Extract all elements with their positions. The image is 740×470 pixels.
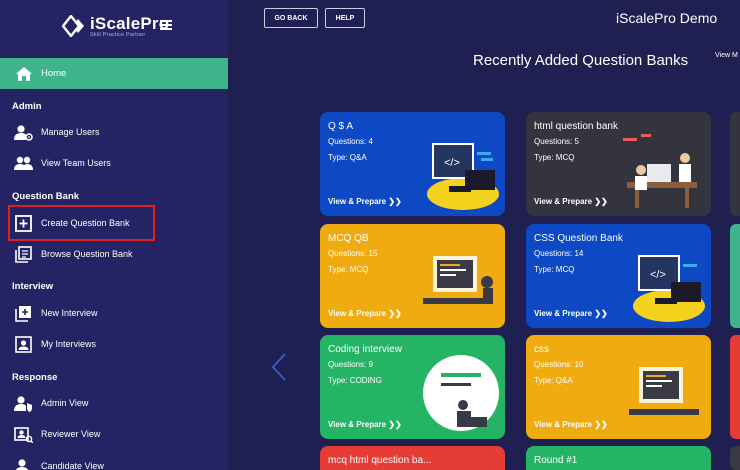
- sidebar-item-label: My Interviews: [41, 339, 97, 349]
- reviewer-icon: [14, 425, 33, 444]
- sidebar-item-new-interview[interactable]: New Interview: [14, 302, 98, 324]
- sidebar-item-my-interviews[interactable]: My Interviews: [14, 333, 96, 355]
- user-settings-icon: [14, 123, 33, 142]
- card-title: css: [534, 344, 549, 355]
- card-title: MCQ QB: [328, 233, 369, 244]
- sidebar-item-label: Browse Question Bank: [41, 249, 133, 259]
- sidebar-item-manage-users[interactable]: Manage Users: [14, 121, 100, 143]
- developer-desk-illustration: [623, 134, 697, 208]
- partial-card: [730, 335, 740, 439]
- card-title: html question bank: [534, 121, 618, 132]
- coding-illustration: </>: [427, 143, 499, 210]
- question-bank-card[interactable]: html question bank Questions: 5 Type: MC…: [526, 112, 711, 216]
- help-button[interactable]: HELP: [325, 8, 365, 28]
- card-question-count: Questions: 9: [328, 360, 373, 369]
- coding-illustration: [629, 367, 699, 415]
- card-title: Q $ A: [328, 121, 354, 132]
- card-title: mcq html question ba...: [328, 455, 432, 466]
- card-title: Round #1: [534, 455, 578, 466]
- view-prepare-button[interactable]: View & Prepare ❯❯: [328, 309, 402, 318]
- carousel-prev-icon[interactable]: [270, 352, 288, 387]
- highlight-box: [8, 205, 155, 241]
- view-prepare-button[interactable]: View & Prepare ❯❯: [534, 420, 608, 429]
- card-question-count: Questions: 4: [328, 137, 373, 146]
- section-question-bank: Question Bank: [12, 191, 80, 202]
- question-bank-card[interactable]: Round #1: [526, 446, 711, 470]
- question-bank-card[interactable]: mcq html question ba...: [320, 446, 505, 470]
- section-title: Recently Added Question Banks: [473, 52, 689, 69]
- programmer-illustration: [423, 355, 499, 431]
- card-question-count: Questions: 14: [534, 249, 584, 258]
- card-type: Type: MCQ: [534, 153, 575, 162]
- go-back-button[interactable]: GO BACK: [264, 8, 318, 28]
- card-question-count: Questions: 10: [534, 360, 584, 369]
- sidebar-item-label: Manage Users: [41, 127, 100, 137]
- home-icon: [14, 64, 33, 83]
- partial-card: [730, 446, 740, 470]
- partial-card: [730, 224, 740, 328]
- sidebar-item-label: Candidate View: [41, 461, 104, 470]
- section-admin: Admin: [12, 101, 42, 112]
- add-to-queue-icon: [14, 304, 33, 323]
- view-more-link[interactable]: View M: [715, 52, 738, 59]
- sidebar-item-label: Home: [41, 68, 67, 79]
- sidebar-item-view-team-users[interactable]: View Team Users: [14, 152, 111, 174]
- sidebar-item-candidate-view[interactable]: Candidate View: [14, 455, 104, 470]
- sidebar-item-admin-view[interactable]: Admin View: [14, 392, 88, 414]
- question-bank-card[interactable]: css Questions: 10 Type: Q&A View & Prepa…: [526, 335, 711, 439]
- admin-user-icon: [14, 394, 33, 413]
- view-prepare-button[interactable]: View & Prepare ❯❯: [328, 420, 402, 429]
- sidebar-item-browse-question-bank[interactable]: Browse Question Bank: [14, 243, 133, 265]
- brand-logo[interactable]: iScalePro Skill Practice Partner: [61, 14, 170, 38]
- svg-text:</>: </>: [444, 157, 460, 169]
- card-type: Type: CODING: [328, 376, 382, 385]
- card-type: Type: Q&A: [534, 376, 573, 385]
- sidebar: iScalePro Skill Practice Partner Home Ad…: [0, 0, 228, 470]
- sidebar-item-label: New Interview: [41, 308, 98, 318]
- view-prepare-button[interactable]: View & Prepare ❯❯: [534, 309, 608, 318]
- question-bank-card[interactable]: CSS Question Bank Questions: 14 Type: MC…: [526, 224, 711, 328]
- card-question-count: Questions: 5: [534, 137, 579, 146]
- partial-card: [730, 112, 740, 216]
- card-question-count: Questions: 15: [328, 249, 378, 258]
- view-prepare-button[interactable]: View & Prepare ❯❯: [534, 197, 608, 206]
- question-bank-card[interactable]: Q $ A Questions: 4 Type: Q&A View & Prep…: [320, 112, 505, 216]
- logo-icon: [61, 14, 88, 38]
- question-bank-card[interactable]: Coding interview Questions: 9 Type: CODI…: [320, 335, 505, 439]
- view-prepare-button[interactable]: View & Prepare ❯❯: [328, 197, 402, 206]
- section-response: Response: [12, 372, 58, 383]
- library-books-icon: [14, 245, 33, 264]
- card-title: Coding interview: [328, 344, 402, 355]
- menu-toggle-icon[interactable]: [160, 20, 172, 32]
- coding-illustration: </>: [633, 255, 705, 322]
- candidate-icon: [14, 457, 33, 470]
- brand-name: iScalePro: [90, 14, 170, 33]
- section-interview: Interview: [12, 281, 54, 292]
- sidebar-item-label: Reviewer View: [41, 429, 101, 439]
- sidebar-item-home[interactable]: Home: [0, 58, 228, 89]
- portrait-icon: [14, 335, 33, 354]
- card-type: Type: MCQ: [328, 265, 369, 274]
- card-type: Type: Q&A: [328, 153, 367, 162]
- sidebar-item-label: View Team Users: [41, 158, 111, 168]
- card-title: CSS Question Bank: [534, 233, 623, 244]
- question-bank-card[interactable]: MCQ QB Questions: 15 Type: MCQ View & Pr…: [320, 224, 505, 328]
- app-title: iScalePro Demo: [616, 10, 718, 26]
- sidebar-item-label: Admin View: [41, 398, 89, 408]
- team-icon: [14, 154, 33, 173]
- sidebar-item-reviewer-view[interactable]: Reviewer View: [14, 423, 100, 445]
- coding-illustration: [423, 256, 493, 304]
- card-type: Type: MCQ: [534, 265, 575, 274]
- svg-text:</>: </>: [650, 269, 666, 281]
